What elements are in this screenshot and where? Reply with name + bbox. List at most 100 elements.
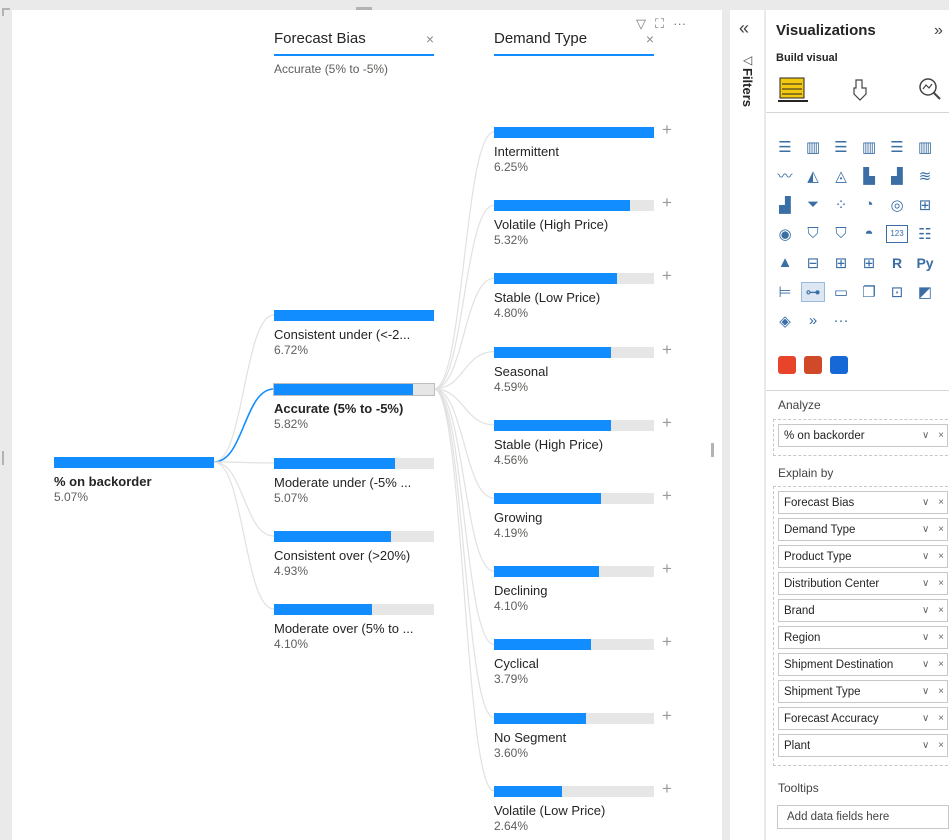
key-influencers-icon[interactable]: ⊨ [774,283,796,301]
field-controls[interactable]: ∨ × [922,686,947,697]
paginated-report-icon[interactable]: ⊡ [886,283,908,301]
field-chip[interactable]: Region ∨ × [778,626,948,649]
custom-circle-icon[interactable] [830,356,848,374]
expand-node-icon[interactable]: + [662,706,672,726]
collapse-icon[interactable]: « [739,18,749,39]
build-visual-button[interactable] [778,76,808,102]
area-icon[interactable]: ◭ [802,167,824,185]
tree-node[interactable]: Consistent under (<-2... 6.72% [274,310,434,357]
field-controls[interactable]: ∨ × [922,524,947,535]
pie-icon[interactable]: ◔ [858,196,880,214]
qa-icon[interactable]: ▭ [830,283,852,301]
funnel-icon[interactable]: ⏷ [802,196,824,214]
field-chip[interactable]: Shipment Destination ∨ × [778,653,948,676]
stacked-bar-icon[interactable]: ☰ [774,138,796,156]
tree-node[interactable]: No Segment 3.60% + [494,706,672,760]
matrix-icon[interactable]: ⊞ [858,254,880,272]
close-icon[interactable]: × [646,31,654,47]
expand-node-icon[interactable]: + [662,266,672,286]
tree-node[interactable]: Intermittent 6.25% + [494,120,672,174]
html-content-icon[interactable] [778,356,796,374]
expand-node-icon[interactable]: + [662,120,672,140]
donut-icon[interactable]: ◎ [886,196,908,214]
slicer-icon[interactable]: ⊟ [802,254,824,272]
format-visual-button[interactable] [846,76,876,102]
power-automate-icon[interactable]: ◈ [774,312,796,330]
expand-icon[interactable]: » [934,22,943,40]
stacked-column-icon[interactable]: ▥ [802,138,824,156]
more-visuals-icon[interactable]: ··· [830,312,852,330]
tree-node[interactable]: Seasonal 4.59% + [494,340,672,394]
analytics-button[interactable] [916,76,946,102]
field-controls[interactable]: ∨ × [922,713,947,724]
resize-handle[interactable] [2,451,4,465]
expand-node-icon[interactable]: + [662,486,672,506]
expand-node-icon[interactable]: + [662,413,672,433]
field-controls[interactable]: ∨ × [922,632,947,643]
tree-node[interactable]: Stable (Low Price) 4.80% + [494,266,672,320]
r-visual-icon[interactable]: R [886,254,908,272]
100-bar-icon[interactable]: ☰ [886,138,908,156]
expand-node-icon[interactable]: + [662,559,672,579]
filters-label[interactable]: Filters [740,68,755,107]
clustered-column-icon[interactable]: ▥ [858,138,880,156]
100-column-icon[interactable]: ▥ [914,138,936,156]
field-chip[interactable]: Brand ∨ × [778,599,948,622]
tree-node[interactable]: Moderate under (-5% ... 5.07% [274,458,434,505]
tree-node[interactable]: Cyclical 3.79% + [494,632,672,686]
field-chip[interactable]: Distribution Center ∨ × [778,572,948,595]
level-header-forecast-bias[interactable]: Forecast Bias × [274,30,434,56]
field-chip[interactable]: Forecast Bias ∨ × [778,491,948,514]
field-chip[interactable]: Forecast Accuracy ∨ × [778,707,948,730]
field-controls[interactable]: ∨ × [922,551,947,562]
field-chip[interactable]: % on backorder ∨ × [778,424,948,447]
map-icon[interactable]: ◉ [774,225,796,243]
ribbon-icon[interactable]: ≋ [914,167,936,185]
expand-node-icon[interactable]: + [662,779,672,799]
line-column-icon[interactable]: ▙ [858,167,880,185]
expand-node-icon[interactable]: + [662,632,672,652]
level-header-demand-type[interactable]: Demand Type × [494,30,654,56]
stacked-area-icon[interactable]: ◬ [830,167,852,185]
shape-map-icon[interactable]: ⛉ [830,225,852,243]
field-controls[interactable]: ∨ × [922,497,947,508]
field-controls[interactable]: ∨ × [922,659,947,670]
power-apps-icon[interactable]: ◩ [914,283,936,301]
field-controls[interactable]: ∨ × [922,430,947,441]
field-controls[interactable]: ∨ × [922,578,947,589]
field-chip[interactable]: Shipment Type ∨ × [778,680,948,703]
tree-node[interactable]: Moderate over (5% to ... 4.10% [274,604,434,651]
tooltips-drop-zone[interactable]: Add data fields here [777,805,949,829]
filled-map-icon[interactable]: ⛉ [802,225,824,243]
tree-node-root[interactable]: % on backorder 5.07% [54,457,214,504]
custom-grid-icon[interactable] [804,356,822,374]
field-chip[interactable]: Plant ∨ × [778,734,948,757]
narrative-icon[interactable]: ❐ [858,283,880,301]
table-icon[interactable]: ⊞ [830,254,852,272]
expand-node-icon[interactable]: + [662,193,672,213]
tree-node[interactable]: Volatile (Low Price) 2.64% + [494,779,672,833]
smart-narrative-icon[interactable]: » [802,312,824,330]
tree-node[interactable]: Stable (High Price) 4.56% + [494,413,672,467]
python-visual-icon[interactable]: Py [914,254,936,272]
tree-node[interactable]: Accurate (5% to -5%) 5.82% [273,383,435,431]
field-controls[interactable]: ∨ × [922,740,947,751]
decomposition-tree-icon[interactable]: ⊶ [801,281,825,302]
tree-node[interactable]: Consistent over (>20%) 4.93% [274,531,434,578]
field-controls[interactable]: ∨ × [922,605,947,616]
field-chip[interactable]: Demand Type ∨ × [778,518,948,541]
waterfall-icon[interactable]: ▟ [774,196,796,214]
line-clustered-icon[interactable]: ▟ [886,167,908,185]
resize-handle[interactable] [2,8,4,16]
gauge-icon[interactable]: ◓ [858,225,880,243]
tree-node[interactable]: Volatile (High Price) 5.32% + [494,193,672,247]
tree-node[interactable]: Declining 4.10% + [494,559,672,613]
expand-node-icon[interactable]: + [662,340,672,360]
tree-node[interactable]: Growing 4.19% + [494,486,672,540]
field-chip[interactable]: Product Type ∨ × [778,545,948,568]
close-icon[interactable]: × [426,31,434,47]
line-icon[interactable]: 〰 [774,167,796,185]
kpi-icon[interactable]: ▲ [774,254,796,272]
card-icon[interactable]: 123 [886,224,908,243]
clustered-bar-icon[interactable]: ☰ [830,138,852,156]
